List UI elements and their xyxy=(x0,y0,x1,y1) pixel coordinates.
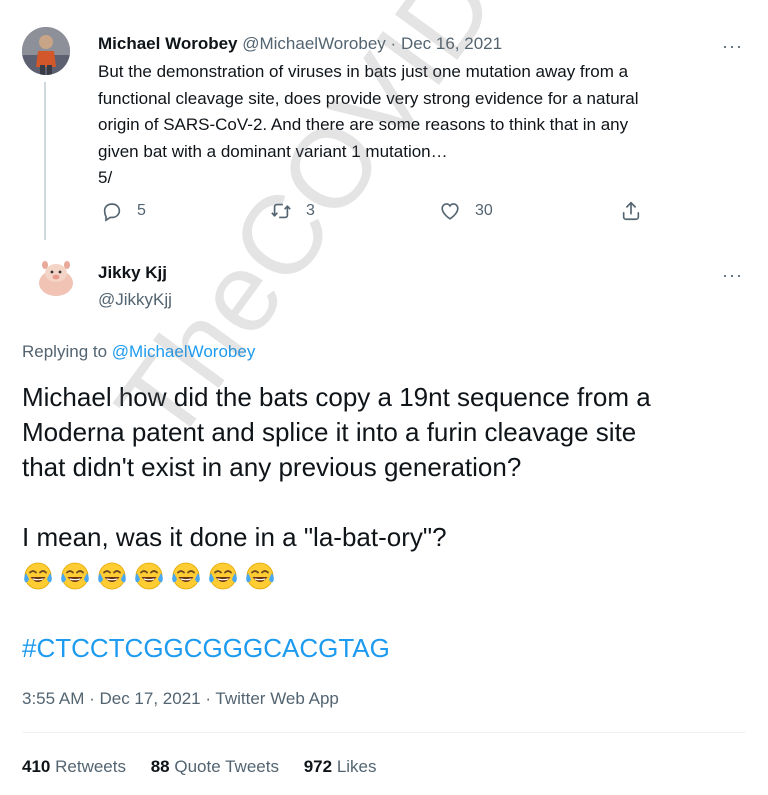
tweet-text-line xyxy=(22,485,752,520)
like-button[interactable]: 30 xyxy=(439,200,493,222)
tweet-text-line: 5/ xyxy=(98,168,113,187)
tweet-text-line: that didn't exist in any previous genera… xyxy=(22,452,522,482)
tweet-text-line: functional cleavage site, does provide v… xyxy=(98,88,639,108)
hashtag-link[interactable]: #CTCCTCGGCGGGCACGTAG xyxy=(22,631,390,665)
more-icon[interactable]: ··· xyxy=(722,37,743,55)
retweet-icon xyxy=(271,203,291,219)
face-with-tears-of-joy-icon xyxy=(135,562,163,590)
quote-tweets-stat[interactable]: 88 Quote Tweets xyxy=(151,757,279,776)
quote-label: Quote Tweets xyxy=(174,757,279,776)
avatar[interactable] xyxy=(22,27,70,75)
face-with-tears-of-joy-icon xyxy=(98,562,126,590)
quote-count: 88 xyxy=(150,757,170,776)
tweet-text-line: Michael how did the bats copy a 19nt seq… xyxy=(22,382,651,412)
emoji-row xyxy=(22,560,276,592)
reply-icon xyxy=(103,203,121,222)
replying-label: Replying to xyxy=(22,342,112,361)
retweet-button[interactable]: 3 xyxy=(270,200,315,222)
author-handle[interactable]: @JikkyKjj xyxy=(98,289,172,311)
tweet-text-line: Moderna patent and splice it into a furi… xyxy=(22,417,637,447)
face-with-tears-of-joy-icon xyxy=(246,562,274,590)
author-name[interactable]: Michael Worobey xyxy=(98,34,238,53)
tweet-text-line: But the demonstration of viruses in bats… xyxy=(98,62,629,81)
share-button[interactable] xyxy=(620,200,642,222)
tweet-text-line: given bat with a dominant variant 1 muta… xyxy=(98,141,448,161)
tweet-header: Michael Worobey @MichaelWorobey · Dec 16… xyxy=(98,33,502,55)
reply-count: 5 xyxy=(137,202,146,219)
parent-tweet[interactable]: Michael Worobey @MichaelWorobey · Dec 16… xyxy=(0,0,768,240)
face-with-tears-of-joy-icon xyxy=(24,562,52,590)
tweet-date[interactable]: Dec 16, 2021 xyxy=(401,34,502,53)
tweet-text: Michael how did the bats copy a 19nt seq… xyxy=(22,380,752,555)
like-count: 30 xyxy=(475,202,493,219)
tweet-timestamp[interactable]: 3:55 AM · Dec 17, 2021 · Twitter Web App xyxy=(22,688,339,710)
face-with-tears-of-joy-icon xyxy=(61,562,89,590)
separator: · xyxy=(390,34,397,53)
tweet-text-line: origin of SARS-CoV-2. And there are some… xyxy=(98,115,629,134)
face-with-tears-of-joy-icon xyxy=(209,562,237,590)
reply-button[interactable]: 5 xyxy=(101,200,146,222)
retweets-label: Retweets xyxy=(55,757,126,776)
engagement-stats: 410 Retweets 88 Quote Tweets 972 Likes xyxy=(22,756,397,778)
divider xyxy=(22,732,746,733)
more-icon[interactable]: ··· xyxy=(722,266,743,284)
author-handle[interactable]: @MichaelWorobey xyxy=(242,34,386,53)
retweets-stat[interactable]: 410 Retweets xyxy=(22,757,126,776)
share-icon xyxy=(622,201,640,221)
likes-count: 972 xyxy=(303,757,333,776)
author-name[interactable]: Jikky Kjj xyxy=(98,262,167,284)
tweet-text: But the demonstration of viruses in bats… xyxy=(98,59,718,192)
retweet-count: 3 xyxy=(306,202,315,219)
like-icon xyxy=(441,203,459,220)
tweet-text-line: I mean, was it done in a "la-bat-ory"? xyxy=(22,522,447,552)
likes-label: Likes xyxy=(336,757,377,776)
tweet-actions: 5 3 30 xyxy=(0,200,768,228)
replying-to: Replying to @MichaelWorobey xyxy=(22,341,255,363)
face-with-tears-of-joy-icon xyxy=(172,562,200,590)
avatar[interactable] xyxy=(30,253,82,305)
retweets-count: 410 xyxy=(22,757,51,776)
mention-link[interactable]: @MichaelWorobey xyxy=(112,342,256,361)
likes-stat[interactable]: 972 Likes xyxy=(304,757,377,776)
